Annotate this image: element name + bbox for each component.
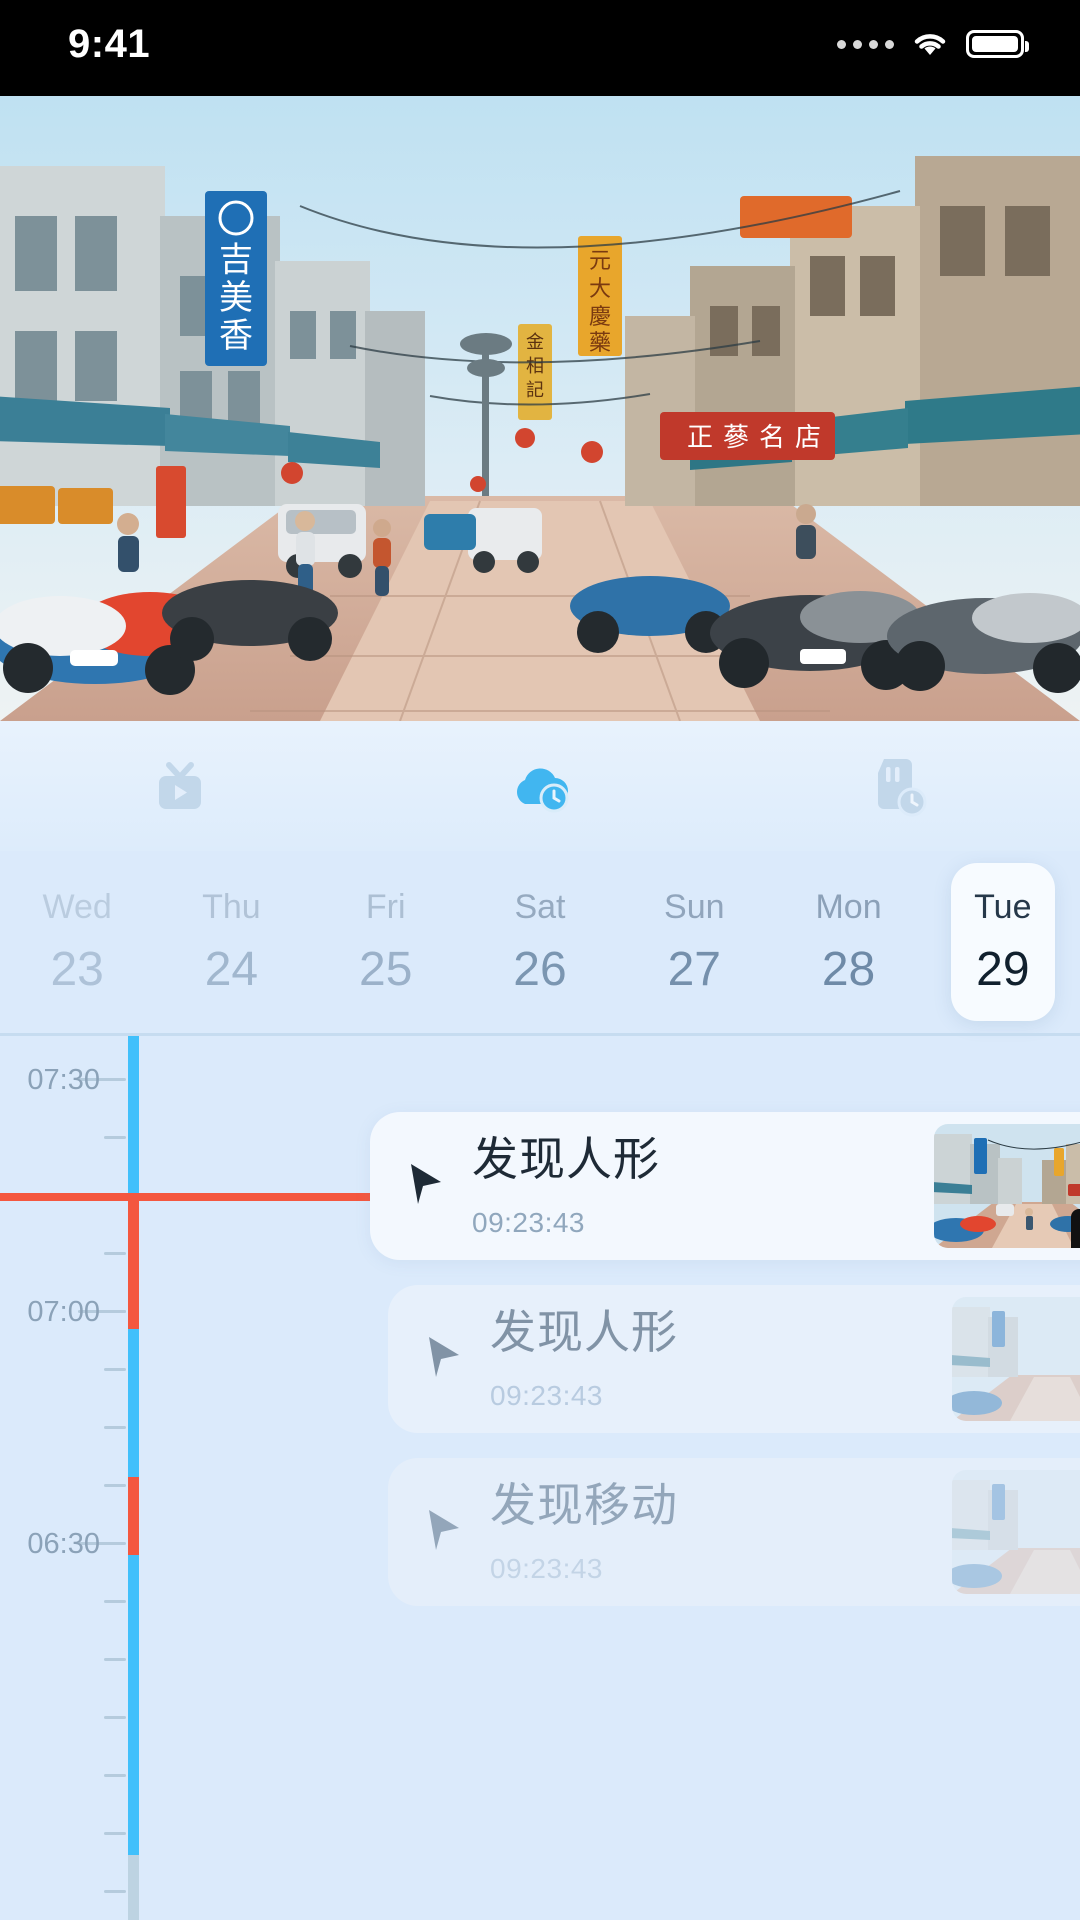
event-thumbnail[interactable]: 23" [934,1124,1080,1248]
date-cell-24[interactable]: Thu 24 [154,851,308,1033]
sdcard-clock-icon [870,755,930,817]
tab-playback[interactable] [0,721,360,851]
date-dow: Sun [664,888,725,926]
event-duration-badge: 23" [1071,1209,1080,1248]
svg-text:吉: 吉 [219,240,253,280]
date-number: 23 [50,943,104,996]
date-dow: Fri [365,888,406,926]
event-list: 发现人形 09:23:43 发现人形 09:23:43 发现移动 09:23:4… [0,1036,1080,1920]
event-meta: 发现人形 09:23:43 [490,1306,952,1413]
event-title: 发现人形 [472,1132,660,1185]
event-thumbnail[interactable]: 23" [952,1470,1080,1594]
play-triangle-icon[interactable] [426,1508,462,1557]
date-number: 24 [204,943,259,996]
play-triangle-icon[interactable] [408,1162,444,1211]
svg-text:藥: 藥 [589,331,611,356]
event-time: 09:23:43 [490,1553,603,1585]
event-meta: 发现人形 09:23:43 [472,1133,934,1240]
battery-icon [966,30,1029,58]
event-title: 发现人形 [490,1305,678,1358]
thumbnail-image [934,1124,1080,1248]
cloud-clock-icon [507,758,573,814]
svg-text:蔘: 蔘 [723,423,749,453]
svg-text:慶: 慶 [589,305,611,330]
svg-text:金: 金 [526,332,544,353]
thumbnail-image [952,1297,1080,1421]
event-time: 09:23:43 [472,1207,585,1239]
svg-text:名: 名 [759,423,785,453]
svg-text:元: 元 [589,249,611,274]
date-dow: Wed [42,888,112,926]
date-cell-28[interactable]: Mon 28 [771,851,925,1033]
date-dow: Sat [514,888,566,926]
app-screen: 吉美香 元 大 慶 藥 金 相 記 正 蔘 名 店 9:41 Wed 23 Th… [0,0,1080,1920]
status-bar-indicators [837,30,1029,58]
tv-play-icon [149,755,211,817]
wifi-icon [912,30,948,58]
tab-cloud[interactable] [360,721,720,851]
thumbnail-image [952,1470,1080,1594]
live-camera-preview[interactable]: 吉美香 元 大 慶 藥 金 相 記 正 蔘 名 店 [0,96,1080,721]
svg-text:記: 記 [526,380,544,401]
date-cell-26[interactable]: Sat 26 [463,851,617,1033]
play-triangle-icon[interactable] [426,1335,462,1384]
date-number: 27 [667,943,721,996]
date-dow: Thu [202,888,261,926]
selected-date-card [950,863,1055,1021]
svg-text:正: 正 [687,423,713,453]
date-cell-25[interactable]: Fri 25 [309,851,463,1033]
svg-text:店: 店 [795,423,821,453]
event-time: 09:23:43 [490,1380,603,1412]
event-card-dim[interactable]: 发现移动 09:23:43 [388,1458,1080,1606]
date-cell-27[interactable]: Sun 27 [617,851,771,1033]
svg-text:香: 香 [219,316,253,356]
date-cell-29-selected[interactable]: Tue 29 [926,851,1080,1033]
svg-text:相: 相 [526,356,544,377]
date-number: 29 [976,943,1030,996]
signal-dots-icon [837,39,894,49]
tab-bar [0,721,1080,851]
date-number: 26 [513,943,567,996]
date-dow: Mon [815,888,882,926]
event-card-dim[interactable]: 发现人形 09:23:43 [388,1285,1080,1433]
event-meta: 发现移动 09:23:43 [490,1479,952,1586]
date-number: 25 [359,943,413,996]
date-dow: Tue [974,888,1032,926]
street-scene-image: 吉美香 元 大 慶 藥 金 相 記 正 蔘 名 店 [0,96,1080,721]
status-bar-time: 9:41 [68,22,151,66]
date-number: 28 [821,943,876,996]
event-thumbnail[interactable]: 23" [952,1297,1080,1421]
tab-sdcard[interactable] [720,721,1080,851]
svg-text:大: 大 [589,277,611,302]
event-title: 发现移动 [490,1478,678,1531]
svg-text:美: 美 [219,278,253,318]
event-card-active[interactable]: 发现人形 09:23:43 [370,1112,1080,1260]
date-strip: Wed 23 Thu 24 Fri 25 Sat 26 Sun 27 Mon 2… [0,851,1080,1033]
status-bar: 9:41 [0,0,1080,96]
date-cell-23[interactable]: Wed 23 [0,851,154,1033]
